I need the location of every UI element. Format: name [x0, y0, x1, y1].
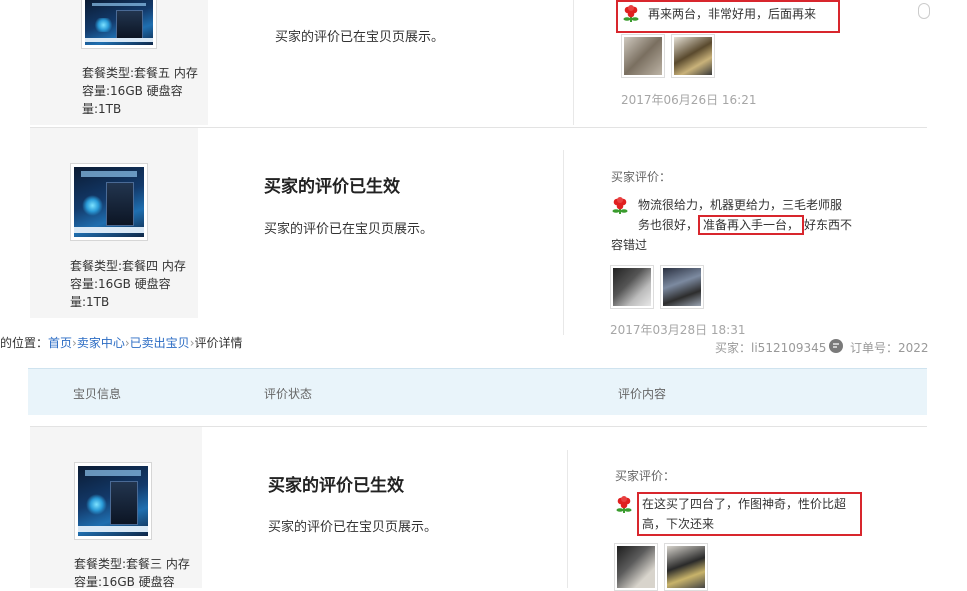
- card1-spec: 套餐类型:套餐五 内存 容量:16GB 硬盘容 量:1TB: [82, 64, 212, 118]
- spec-line: 套餐类型:套餐五 内存: [82, 66, 198, 80]
- card1-review-photo[interactable]: [671, 34, 715, 78]
- card3-review-line2: 高，下次还来: [642, 517, 715, 531]
- card2-review-photo[interactable]: [610, 265, 654, 309]
- card1-corner-icon: [918, 3, 930, 19]
- card2-review-line1: 物流很给力，机器更给力，三毛老师服: [638, 198, 843, 212]
- card1-review-photo[interactable]: [621, 34, 665, 78]
- product-image: [74, 167, 144, 237]
- card2-divider: [563, 150, 564, 335]
- spec-line: 套餐类型:套餐三 内存: [74, 557, 190, 571]
- breadcrumb-seller-center[interactable]: 卖家中心: [77, 336, 125, 350]
- spec-line: 量:1TB: [70, 295, 110, 309]
- card3-status-text: 买家的评价已在宝贝页展示。: [268, 520, 438, 535]
- header-col-status: 评价状态: [264, 387, 313, 401]
- product-image: [78, 466, 148, 536]
- review-text-pre: 务也很好，: [638, 218, 699, 232]
- card1-date: 2017年06月26日 16:21: [621, 93, 757, 107]
- card2-review-line3: 容错过: [611, 238, 648, 252]
- spec-line: 容量:16GB 硬盘容: [74, 575, 175, 589]
- order-number: 订单号：2022: [850, 341, 929, 355]
- review-highlight: 准备再入手一台，: [698, 215, 805, 235]
- card3-status-title: 买家的评价已生效: [268, 476, 404, 496]
- product-image: [85, 0, 153, 45]
- card1-review-text: 再来两台，非常好用，后面再来: [648, 7, 817, 21]
- spec-line: 套餐类型:套餐四 内存: [70, 259, 186, 273]
- card3-review-line1: 在这买了四台了，作图神奇，性价比超: [642, 497, 847, 511]
- buyer-id[interactable]: li512109345: [751, 341, 826, 355]
- header-col-content: 评价内容: [618, 387, 667, 401]
- breadcrumb-current: 评价详情: [194, 336, 243, 350]
- table-header: 宝贝信息 评价状态 评价内容: [28, 368, 927, 415]
- flower-icon: [616, 496, 632, 513]
- spec-line: 容量:16GB 硬盘容: [82, 84, 183, 98]
- card2-date: 2017年03月28日 18:31: [610, 323, 746, 337]
- spec-line: 量:1TB: [82, 102, 122, 116]
- card2-review-photo[interactable]: [660, 265, 704, 309]
- card3-product-thumbnail[interactable]: [74, 462, 152, 540]
- card2-review-line2: 务也很好， 准备再入手一台， 好东西不: [638, 215, 852, 235]
- buyer-info: 买家：li512109345: [715, 339, 826, 356]
- card3-divider: [567, 450, 568, 588]
- review-text-post: 好东西不: [804, 218, 853, 232]
- card2-spec: 套餐类型:套餐四 内存 容量:16GB 硬盘容 量:1TB: [70, 257, 205, 311]
- card3-review-label: 买家评价：: [615, 469, 676, 483]
- breadcrumb-sold-items[interactable]: 已卖出宝贝: [130, 336, 190, 350]
- card3-spec: 套餐类型:套餐三 内存 容量:16GB 硬盘容: [74, 555, 209, 591]
- breadcrumb-home[interactable]: 首页: [48, 336, 72, 350]
- breadcrumb: 您的位置：首页›卖家中心›已卖出宝贝›评价详情: [0, 334, 560, 351]
- spec-line: 容量:16GB 硬盘容: [70, 277, 171, 291]
- card2-review-label: 买家评价：: [611, 170, 672, 184]
- header-col-product: 宝贝信息: [73, 387, 122, 401]
- breadcrumb-prefix: 您的位置：: [0, 336, 49, 350]
- card3-review-photo[interactable]: [664, 543, 708, 591]
- card2-status-text: 买家的评价已在宝贝页展示。: [264, 222, 434, 237]
- flower-icon: [612, 197, 628, 214]
- card1-status-text: 买家的评价已在宝贝页展示。: [275, 30, 445, 45]
- flower-icon: [623, 5, 639, 22]
- card1-product-thumbnail[interactable]: [81, 0, 157, 49]
- card3-review-photo[interactable]: [614, 543, 658, 591]
- speech-bubble-icon[interactable]: [828, 339, 844, 354]
- buyer-label: 买家：: [715, 341, 752, 355]
- card2-status-title: 买家的评价已生效: [264, 177, 400, 197]
- card1-divider: [573, 0, 574, 125]
- card2-product-thumbnail[interactable]: [70, 163, 148, 241]
